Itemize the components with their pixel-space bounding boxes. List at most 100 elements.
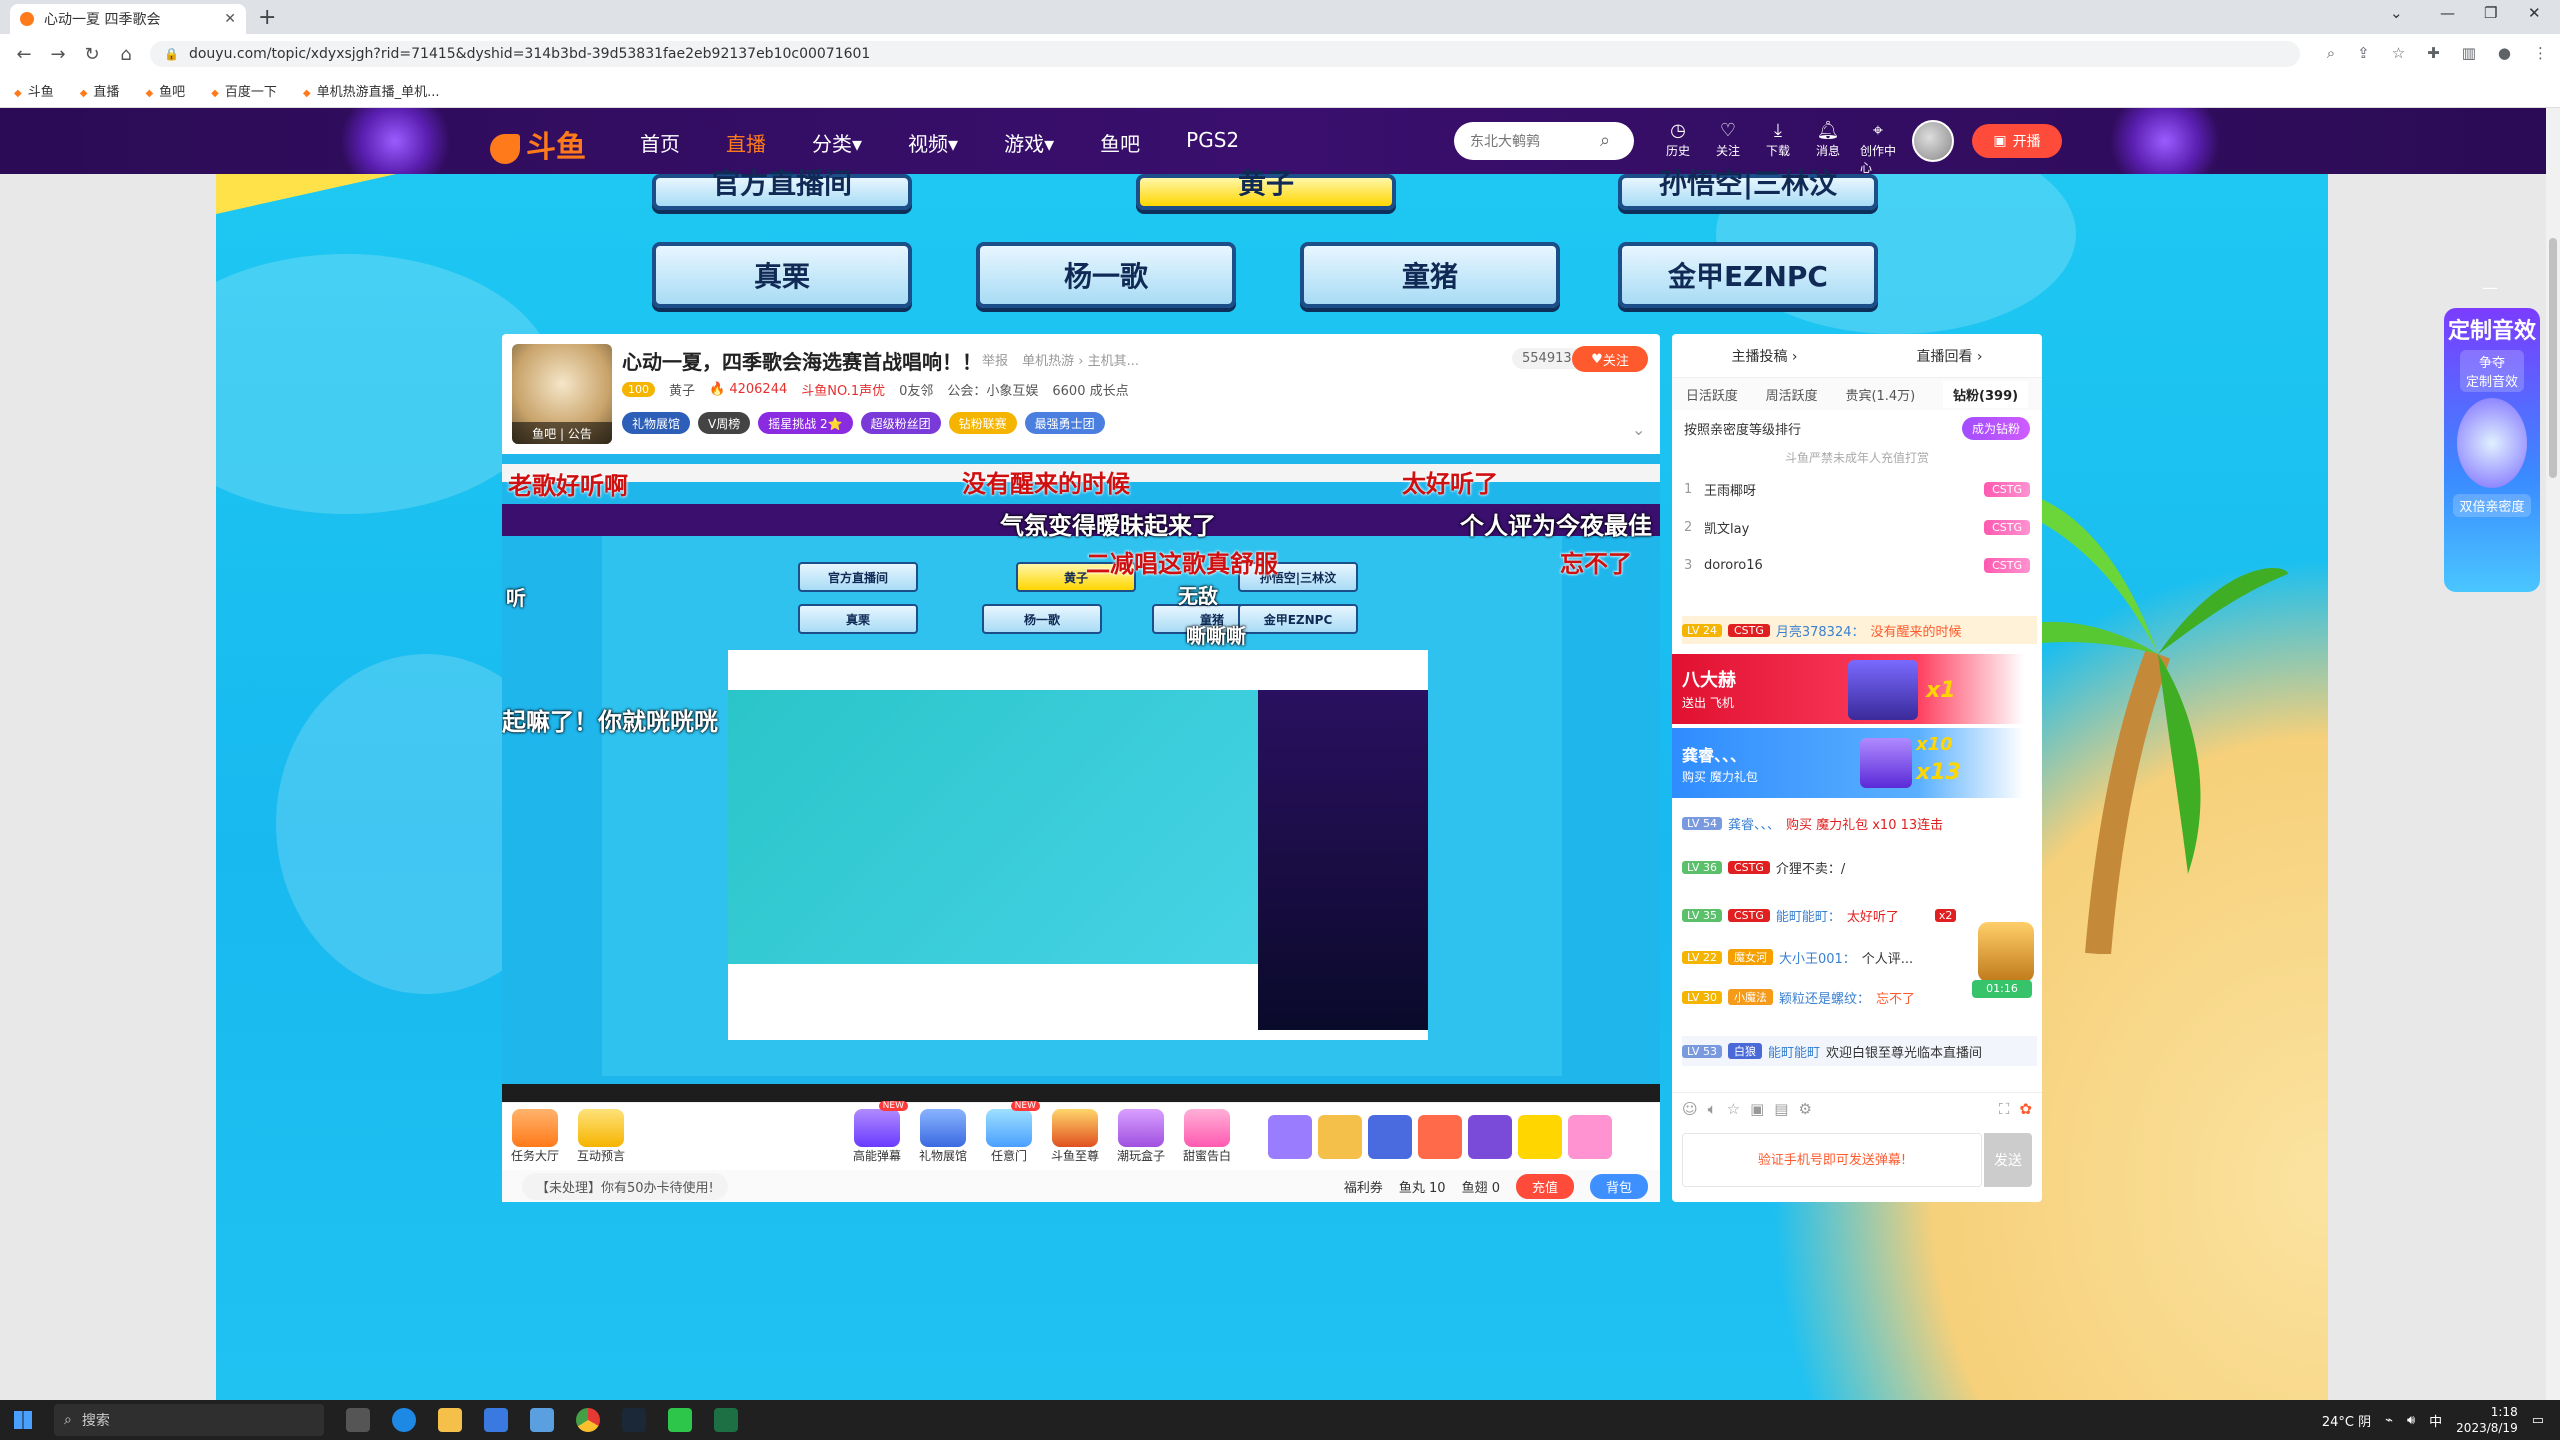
clock[interactable]: 1:18 2023/8/19 xyxy=(2456,1404,2518,1436)
bookmark-item[interactable]: 直播 xyxy=(80,81,119,100)
browser-tab[interactable]: 心动一夏 四季歌会 ✕ xyxy=(10,4,246,34)
bookmark-item[interactable]: 鱼吧 xyxy=(145,81,185,100)
anchor-posts-link[interactable]: 主播投稿 › xyxy=(1731,346,1797,366)
rank-row[interactable]: 1 王雨椰呀 CSTG xyxy=(1672,470,2042,508)
steam-icon[interactable] xyxy=(622,1408,646,1432)
nav-video[interactable]: 视频▾ xyxy=(908,128,958,157)
go-live-button[interactable]: ▣ 开播 xyxy=(1972,124,2062,158)
weekly-rank-badge[interactable]: V周榜 xyxy=(698,412,751,434)
douyu-logo[interactable]: 斗鱼 xyxy=(490,122,586,166)
chat-input[interactable]: 验证手机号即可发送弹幕! xyxy=(1682,1133,1982,1187)
gift-box-icon[interactable]: ✿ xyxy=(2019,1100,2032,1118)
creator-center-button[interactable]: ⌖ 创作中心 xyxy=(1860,120,1896,176)
interactive-predict-tool[interactable]: 互动预言 xyxy=(568,1109,634,1164)
rank-row[interactable]: 3 dororo16 CSTG xyxy=(1672,546,2042,584)
supreme-tool[interactable]: 斗鱼至尊 xyxy=(1042,1109,1108,1164)
url-field[interactable]: 🔒 douyu.com/topic/xdyxsjgh?rid=71415&dys… xyxy=(150,41,2300,67)
energy-danmu-tool[interactable]: NEW 高能弹幕 xyxy=(844,1101,910,1164)
chat-message[interactable]: LV 54 龚睿、、、 购买 魔力礼包 x10 13连击 xyxy=(1682,808,2037,838)
category-jinjia-eznpc[interactable]: 金甲EZNPC xyxy=(1618,242,1878,308)
user-avatar[interactable] xyxy=(1912,120,1954,162)
nav-game[interactable]: 游戏▾ xyxy=(1004,128,1054,157)
warrior-team-badge[interactable]: 最强勇士团 xyxy=(1024,412,1105,434)
collapse-icon[interactable]: ⌄ xyxy=(1632,420,1645,439)
settings-icon[interactable]: ⚙ xyxy=(1798,1100,1811,1118)
category-tongzhu[interactable]: 童猪 xyxy=(1300,242,1560,308)
treasure-chest-icon[interactable] xyxy=(1978,922,2034,982)
promo-widget[interactable]: 定制音效 争夺 定制音效 双倍亲密度 xyxy=(2444,308,2540,592)
task-view-icon[interactable] xyxy=(346,1408,370,1432)
sweet-confess-tool[interactable]: 甜蜜告白 xyxy=(1174,1109,1240,1164)
home-icon[interactable]: ⌂ xyxy=(116,44,136,65)
file-explorer-icon[interactable] xyxy=(438,1408,462,1432)
gift-item[interactable] xyxy=(1418,1114,1462,1159)
restore-icon[interactable]: ❐ xyxy=(2484,4,2497,22)
gift-item[interactable] xyxy=(1318,1114,1362,1159)
gift-item[interactable] xyxy=(1518,1114,1562,1159)
send-button[interactable]: 发送 xyxy=(1984,1133,2032,1187)
chat-message[interactable]: LV 30 小魔法 颖粒还是螺纹： 忘不了 xyxy=(1682,982,2037,1012)
gift-item[interactable] xyxy=(1468,1114,1512,1159)
anchor-name[interactable]: 黄子 xyxy=(669,380,695,399)
volume-icon[interactable]: 🔊︎ xyxy=(2407,1413,2415,1428)
bookmark-item[interactable]: 单机热游直播_单机... xyxy=(303,81,440,100)
ime-indicator[interactable]: 中 xyxy=(2429,1411,2442,1430)
friends-count[interactable]: 0友邻 xyxy=(899,380,933,399)
scrollbar-thumb[interactable] xyxy=(2549,238,2557,478)
close-window-icon[interactable]: ✕ xyxy=(2528,4,2541,22)
tab-vip[interactable]: 贵宾(1.4万) xyxy=(1845,385,1915,404)
wechat-icon[interactable] xyxy=(668,1408,692,1432)
category-zhenli[interactable]: 真栗 xyxy=(652,242,912,308)
new-tab-icon[interactable]: + xyxy=(258,5,276,30)
avatar-tags[interactable]: 鱼吧 | 公告 xyxy=(512,422,612,444)
diamond-league-badge[interactable]: 钻粉联赛 xyxy=(948,412,1017,434)
task-hall-tool[interactable]: 任务大厅 xyxy=(502,1109,568,1164)
card-icon[interactable]: ▤ xyxy=(1774,1100,1788,1118)
tab-diamond-fans[interactable]: 钻粉(399) xyxy=(1943,380,2029,408)
tab-search-icon[interactable]: ⌄ xyxy=(2390,4,2403,22)
tab-weekly-active[interactable]: 周活跃度 xyxy=(1766,385,1818,404)
bag-button[interactable]: 背包 xyxy=(1589,1173,1648,1199)
menu-icon[interactable]: ⋮ xyxy=(2533,44,2548,62)
search-icon[interactable]: ⌕ xyxy=(1600,130,1610,151)
badge-icon[interactable]: ▣ xyxy=(1750,1100,1764,1118)
notice-text[interactable]: 【未处理】你有50办卡待使用! xyxy=(522,1172,728,1200)
welfare-link[interactable]: 福利券 xyxy=(1344,1177,1383,1196)
category-huangzi[interactable]: 黄子 xyxy=(1136,167,1396,210)
become-fan-button[interactable]: 成为钻粉 xyxy=(1961,416,2030,440)
recharge-button[interactable]: 充值 xyxy=(1515,1173,1574,1199)
gift-item[interactable] xyxy=(1268,1114,1312,1159)
guild-name[interactable]: 公会：小象互娱 xyxy=(947,380,1038,399)
sidepanel-icon[interactable]: ▥ xyxy=(2462,44,2476,62)
emoji-icon[interactable]: ☺ xyxy=(1682,1100,1698,1118)
super-fans-badge[interactable]: 超级粉丝团 xyxy=(860,412,941,434)
category-official-room[interactable]: 官方直播间 xyxy=(652,167,912,210)
rank-row[interactable]: 2 凯文lay CSTG xyxy=(1672,508,2042,546)
gift-item[interactable] xyxy=(1568,1114,1612,1159)
bookmark-item[interactable]: 斗鱼 xyxy=(14,81,54,100)
tab-daily-active[interactable]: 日活跃度 xyxy=(1686,385,1738,404)
gift-gallery-tool[interactable]: 礼物展馆 xyxy=(910,1109,976,1164)
speaker-icon[interactable]: 🔈︎ xyxy=(1708,1100,1717,1118)
nav-pgs2[interactable]: PGS2 xyxy=(1186,128,1239,157)
chrome-icon[interactable] xyxy=(576,1408,600,1432)
category-yangyige[interactable]: 杨一歌 xyxy=(976,242,1236,308)
nav-category[interactable]: 分类▾ xyxy=(812,128,862,157)
share-icon[interactable]: ⇪ xyxy=(2357,44,2370,62)
extensions-icon[interactable]: ✚ xyxy=(2427,44,2440,62)
forward-icon[interactable]: → xyxy=(48,44,68,65)
replay-link[interactable]: 直播回看 › xyxy=(1916,346,1982,366)
excel-icon[interactable] xyxy=(714,1408,738,1432)
rank-tag[interactable]: 斗鱼NO.1声优 xyxy=(801,380,885,399)
windows-start-icon[interactable] xyxy=(14,1411,32,1429)
profile-icon[interactable]: ● xyxy=(2498,44,2511,62)
fullscreen-icon[interactable]: ⛶ xyxy=(1999,1100,2010,1118)
back-icon[interactable]: ← xyxy=(14,44,34,65)
star-icon[interactable]: ☆ xyxy=(1727,1100,1740,1118)
close-tab-icon[interactable]: ✕ xyxy=(224,11,236,27)
taskbar-search[interactable]: ⌕ 搜索 xyxy=(54,1404,324,1436)
store-icon[interactable] xyxy=(484,1408,508,1432)
chat-message[interactable]: LV 36 CSTG 介狸不卖：/ xyxy=(1682,852,2037,882)
weather-text[interactable]: 24°C 阴 xyxy=(2322,1411,2371,1430)
video-player[interactable]: 官方直播间 黄子 孙悟空|三林汶 真栗 杨一歌 童猪 金甲EZNPC 老歌好听啊… xyxy=(502,454,1660,1102)
